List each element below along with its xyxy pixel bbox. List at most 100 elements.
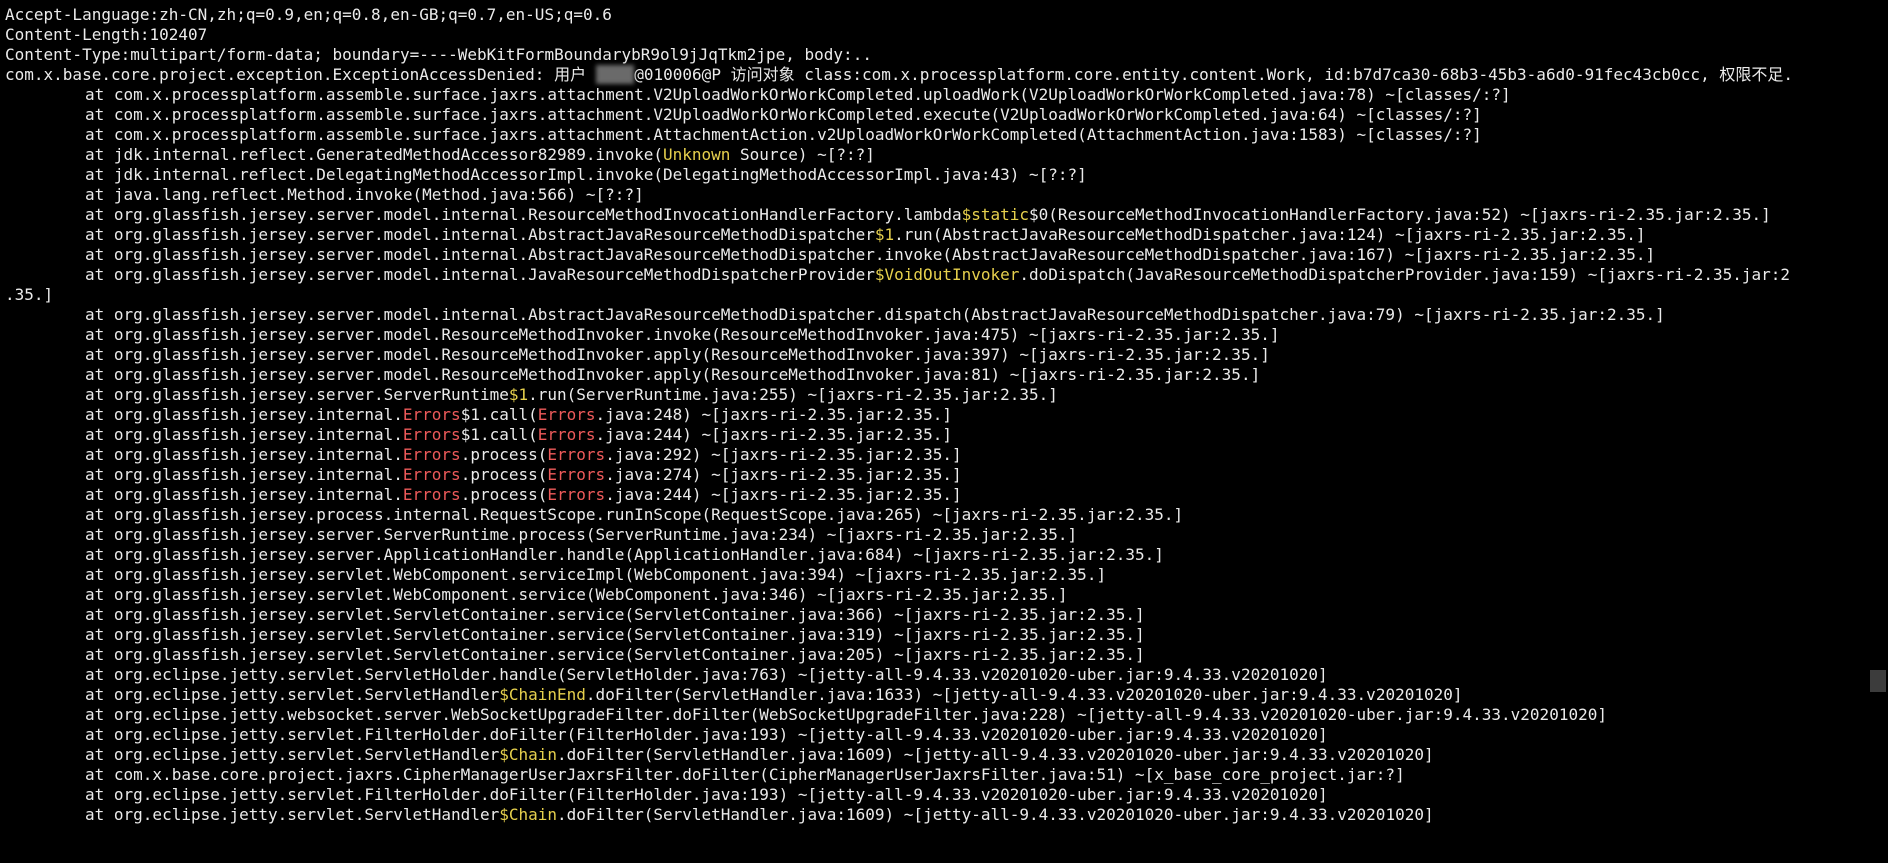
highlighted-token: $ChainEnd <box>499 685 586 704</box>
stack-trace-line: at org.glassfish.jersey.server.model.Res… <box>5 325 1867 345</box>
line-text: at org.glassfish.jersey.internal. <box>85 465 403 484</box>
highlighted-token: Errors <box>402 465 461 484</box>
line-text: at com.x.base.core.project.jaxrs.CipherM… <box>85 765 1405 784</box>
line-text: .process( <box>460 485 548 504</box>
line-text: @010006@P 访问对象 class:com.x.processplatfo… <box>634 65 1793 84</box>
line-text: $1.call( <box>460 425 538 444</box>
stack-trace-line: at jdk.internal.reflect.GeneratedMethodA… <box>5 145 1867 165</box>
stack-trace-line: at org.eclipse.jetty.servlet.ServletHand… <box>5 805 1867 825</box>
highlighted-token: $1 <box>508 385 529 404</box>
line-text: at org.glassfish.jersey.internal. <box>85 445 403 464</box>
line-text: at org.glassfish.jersey.server.model.int… <box>85 305 1665 324</box>
stack-trace-line: at org.glassfish.jersey.server.model.int… <box>5 265 1867 285</box>
line-text: .run(ServerRuntime.java:255) ~[jaxrs-ri-… <box>528 385 1058 404</box>
highlighted-token: $Chain <box>499 745 558 764</box>
stack-trace-line: at org.glassfish.jersey.internal. Errors$… <box>5 425 1867 445</box>
line-text: at org.glassfish.jersey.server.model.int… <box>85 225 875 244</box>
line-text: at jdk.internal.reflect.DelegatingMethod… <box>85 165 1087 184</box>
line-text: at org.glassfish.jersey.servlet.ServletC… <box>85 645 1145 664</box>
line-text: at org.eclipse.jetty.servlet.ServletHand… <box>85 685 500 704</box>
highlighted-token: $Chain <box>499 805 558 824</box>
highlighted-token: Errors <box>547 445 606 464</box>
line-text: .java:244) ~[jaxrs-ri-2.35.jar:2.35.] <box>605 485 962 504</box>
highlighted-token: $VoidOutInvoker <box>874 265 1020 284</box>
line-text: at com.x.processplatform.assemble.surfac… <box>85 125 1482 144</box>
line-text: at org.glassfish.jersey.servlet.ServletC… <box>85 605 1145 624</box>
stack-trace-line: at org.eclipse.jetty.servlet.ServletHold… <box>5 665 1867 685</box>
stack-trace-line: at org.glassfish.jersey.servlet.ServletC… <box>5 605 1867 625</box>
highlighted-token: $1 <box>874 225 895 244</box>
line-text: $1.call( <box>460 405 538 424</box>
redacted-username: ████ <box>595 65 635 84</box>
line-text: at org.glassfish.jersey.server.model.Res… <box>85 325 1280 344</box>
terminal-window[interactable]: Accept-Language:zh-CN,zh;q=0.9,en;q=0.8,… <box>0 0 1888 863</box>
stack-trace-line: at org.glassfish.jersey.internal.Errors$… <box>5 405 1867 425</box>
line-text: at java.lang.reflect.Method.invoke(Metho… <box>85 185 644 204</box>
line-text: .doFilter(ServletHandler.java:1609) ~[je… <box>557 805 1434 824</box>
stack-trace-line: at org.glassfish.jersey.internal.Errors.… <box>5 445 1867 465</box>
line-text: at org.eclipse.jetty.servlet.FilterHolde… <box>85 725 1328 744</box>
line-text: at org.glassfish.jersey.server.model.int… <box>85 265 875 284</box>
line-text: .java:292) ~[jaxrs-ri-2.35.jar:2.35.] <box>605 445 962 464</box>
highlighted-token: $static <box>961 205 1030 224</box>
line-text: .java:244) ~[jaxrs-ri-2.35.jar:2.35.] <box>595 425 952 444</box>
line-text: Content-Length:102407 <box>5 25 208 44</box>
stack-trace-line: at org.glassfish.jersey.server.model.int… <box>5 245 1867 265</box>
line-text: .35.] <box>5 285 54 304</box>
stack-trace-line: at org.glassfish.jersey.server.model.Res… <box>5 345 1867 365</box>
line-text: at com.x.processplatform.assemble.surfac… <box>85 105 1482 124</box>
stack-trace-line: at jdk.internal.reflect.DelegatingMethod… <box>5 165 1867 185</box>
stack-trace-line: at org.glassfish.jersey.server.model.Res… <box>5 365 1867 385</box>
stack-trace-line: at org.glassfish.jersey.server.ServerRun… <box>5 385 1867 405</box>
line-text: at org.glassfish.jersey.server.model.int… <box>85 245 1656 264</box>
stack-trace-line: at com.x.processplatform.assemble.surfac… <box>5 85 1867 105</box>
line-text: at org.glassfish.jersey.server.Applicati… <box>85 545 1164 564</box>
line-text: at org.glassfish.jersey.internal. <box>85 485 403 504</box>
highlighted-token: Errors <box>402 445 461 464</box>
log-line: com.x.base.core.project.exception.Except… <box>5 65 1867 85</box>
line-text: at org.glassfish.jersey.server.model.Res… <box>85 365 1261 384</box>
line-text: com.x.base.core.project.exception.Except… <box>5 65 596 84</box>
line-text: .doFilter(ServletHandler.java:1609) ~[je… <box>557 745 1434 764</box>
highlighted-token: Errors <box>547 485 606 504</box>
highlighted-token: Errors <box>537 425 596 444</box>
line-text: at org.glassfish.jersey.process.internal… <box>85 505 1184 524</box>
line-text: at org.glassfish.jersey.servlet.WebCompo… <box>85 565 1107 584</box>
line-text: at org.glassfish.jersey.server.ServerRun… <box>85 385 509 404</box>
line-text: at org.eclipse.jetty.servlet.ServletHold… <box>85 665 1328 684</box>
line-text: at org.glassfish.jersey.server.model.Res… <box>85 345 1270 364</box>
stack-trace-line: at org.glassfish.jersey.server.Applicati… <box>5 545 1867 565</box>
stack-trace-line: at org.glassfish.jersey.internal.Errors.… <box>5 465 1867 485</box>
line-text: $0(ResourceMethodInvocationHandlerFactor… <box>1029 205 1771 224</box>
stack-trace-line: .35.] <box>5 285 1867 305</box>
line-text: at org.glassfish.jersey.servlet.ServletC… <box>85 625 1145 644</box>
line-text: at org.glassfish.jersey.internal. <box>85 425 403 444</box>
stack-trace-line: at org.eclipse.jetty.servlet.ServletHand… <box>5 685 1867 705</box>
stack-trace-line: at org.eclipse.jetty.servlet.FilterHolde… <box>5 785 1867 805</box>
vertical-scrollbar[interactable] <box>1868 0 1888 863</box>
line-text: Content-Type:multipart/form-data; bounda… <box>5 45 872 64</box>
stack-trace-line: at org.glassfish.jersey.internal.Errors.… <box>5 485 1867 505</box>
stack-trace-line: at org.glassfish.jersey.server.ServerRun… <box>5 525 1867 545</box>
line-text: at org.eclipse.jetty.websocket.server.We… <box>85 705 1607 724</box>
stack-trace-line: at org.glassfish.jersey.process.internal… <box>5 505 1867 525</box>
log-line: Accept-Language:zh-CN,zh;q=0.9,en;q=0.8,… <box>5 5 1867 25</box>
stack-trace-line: at org.glassfish.jersey.servlet.WebCompo… <box>5 565 1867 585</box>
highlighted-token: Errors <box>537 405 596 424</box>
line-text: at org.glassfish.jersey.server.ServerRun… <box>85 525 1078 544</box>
line-text: at org.eclipse.jetty.servlet.ServletHand… <box>85 805 500 824</box>
log-output[interactable]: Accept-Language:zh-CN,zh;q=0.9,en;q=0.8,… <box>5 5 1867 863</box>
line-text: Source) ~[?:?] <box>730 145 875 164</box>
highlighted-token: Errors <box>402 405 461 424</box>
highlighted-token: Unknown <box>662 145 731 164</box>
line-text: .process( <box>460 465 548 484</box>
stack-trace-line: at com.x.base.core.project.jaxrs.CipherM… <box>5 765 1867 785</box>
stack-trace-line: at org.eclipse.jetty.websocket.server.We… <box>5 705 1867 725</box>
line-text: at org.eclipse.jetty.servlet.FilterHolde… <box>85 785 1328 804</box>
log-line: Content-Length:102407 <box>5 25 1867 45</box>
highlighted-token: Errors <box>402 485 461 504</box>
line-text: .run(AbstractJavaResourceMethodDispatche… <box>894 225 1646 244</box>
line-text: at jdk.internal.reflect.GeneratedMethodA… <box>85 145 663 164</box>
scrollbar-thumb[interactable] <box>1870 670 1886 692</box>
line-text: .doFilter(ServletHandler.java:1633) ~[je… <box>585 685 1463 704</box>
